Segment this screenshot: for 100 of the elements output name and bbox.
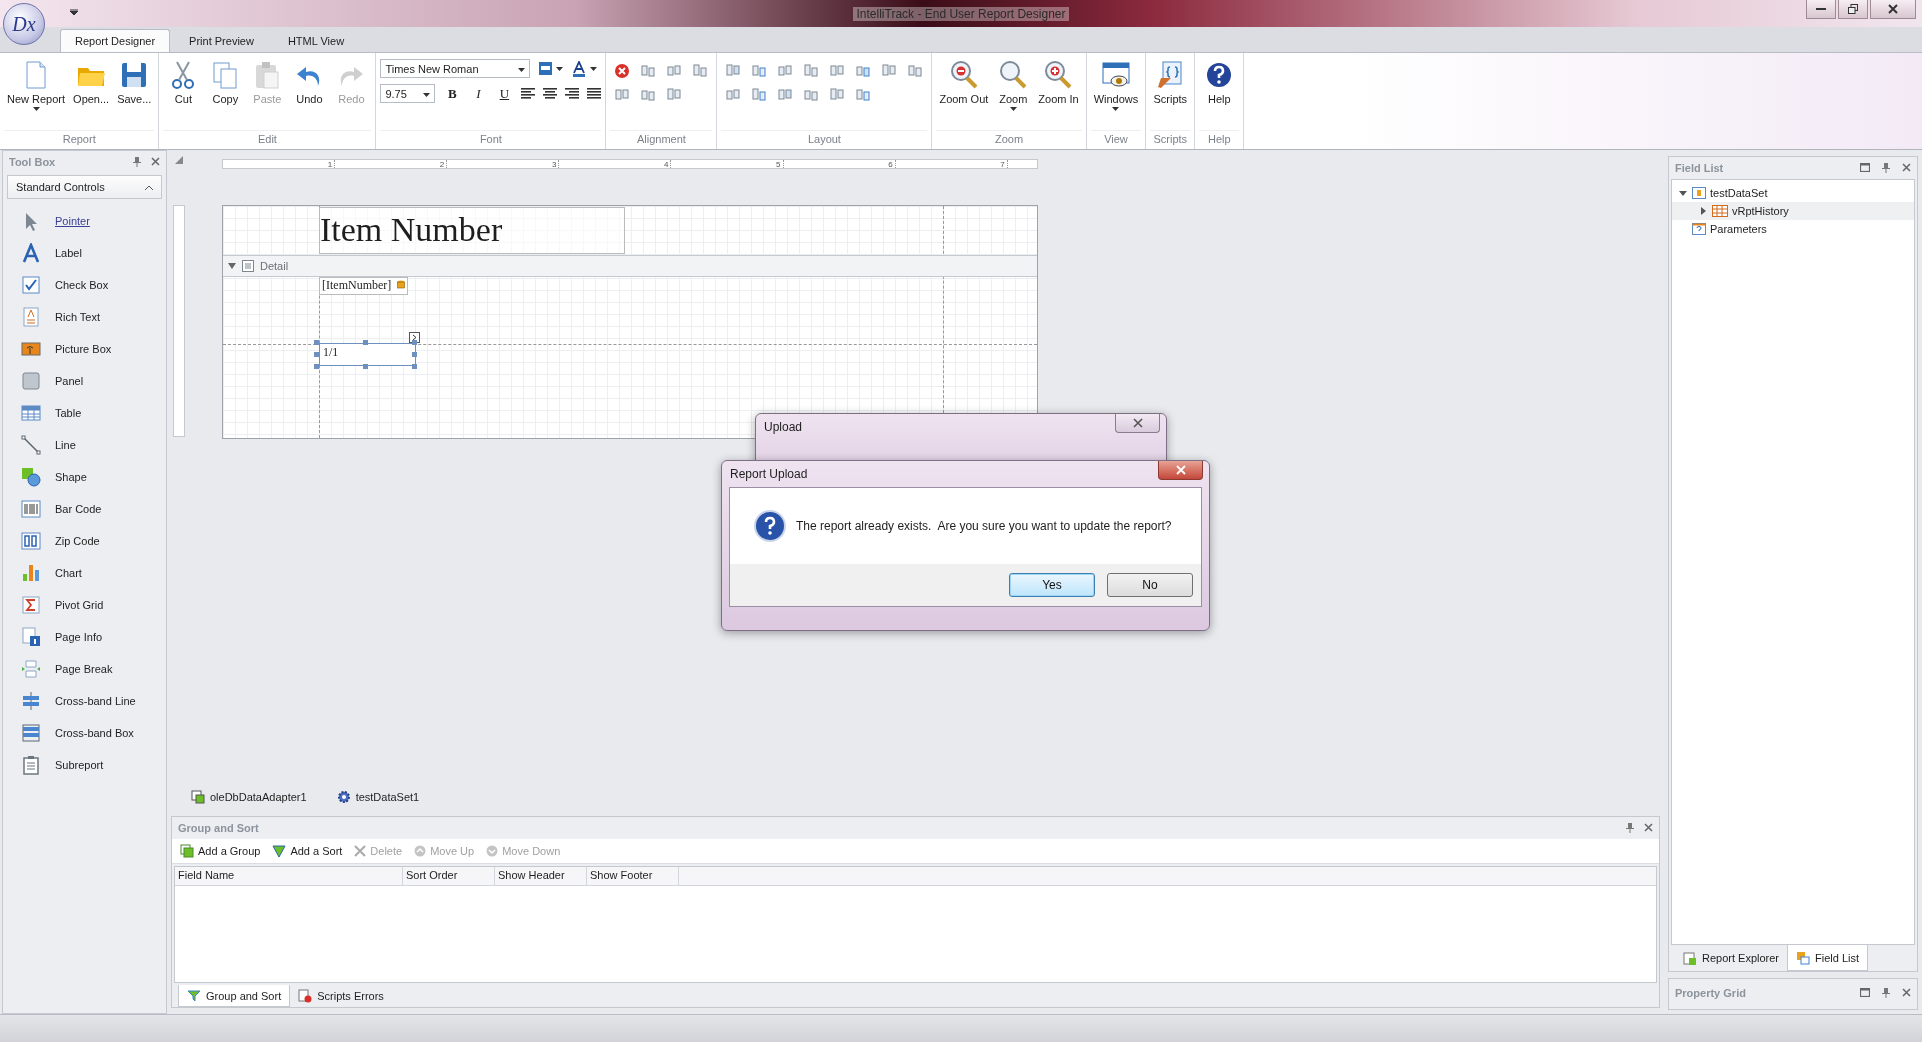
font-style-button[interactable]: I [469,84,488,103]
layout-icon[interactable] [803,63,820,79]
layout-icon[interactable] [855,63,872,79]
text-align-icon[interactable] [587,87,602,100]
tree-item[interactable]: testDataSet [1672,184,1914,202]
layout-icon[interactable] [751,63,768,79]
font-style-button[interactable]: U [495,84,514,103]
toolbox-item[interactable]: Bar Code [3,493,166,525]
toolbox-item[interactable]: Cross-band Line [3,685,166,717]
text-align-icon[interactable] [565,87,580,100]
maximize-icon[interactable] [1860,988,1870,997]
pin-icon[interactable] [1626,823,1634,833]
layout-icon[interactable] [751,87,768,103]
close-icon[interactable] [1902,163,1911,172]
toolbox-item[interactable]: Label [3,237,166,269]
pin-icon[interactable] [1882,163,1890,173]
toolbox-item[interactable]: Panel [3,365,166,397]
toolbar-button[interactable]: Add a Sort [270,844,345,858]
layout-icon[interactable] [881,63,898,79]
toolbar-button[interactable]: Add a Group [178,844,263,858]
category-header[interactable]: Standard Controls [7,175,162,199]
ribbon-button[interactable]: Cut [163,55,204,127]
toolbox-item[interactable]: Cross-band Box [3,717,166,749]
tree-item[interactable]: vRptHistory [1672,202,1914,220]
tray-component[interactable]: oleDbDataAdapter1 [191,790,307,804]
layout-icon[interactable] [829,63,846,79]
font-size-field[interactable]: 9.75 [380,84,436,103]
ribbon-button[interactable]: Zoom [993,55,1034,127]
layout-icon[interactable] [725,87,742,103]
toolbox-item[interactable]: Check Box [3,269,166,301]
ribbon-button[interactable]: Windows [1090,55,1142,127]
collapse-arrow-icon[interactable] [228,262,236,270]
align-icon[interactable] [640,87,657,103]
maximize-icon[interactable] [1860,163,1870,172]
resize-handle[interactable] [363,340,368,345]
toolbox-item[interactable]: Picture Box [3,333,166,365]
toolbox-item[interactable]: Line [3,429,166,461]
panel-tab[interactable]: Report Explorer [1675,945,1788,971]
resize-handle[interactable] [363,364,368,369]
layout-icon[interactable] [907,63,924,79]
column-header[interactable]: Field Name [175,867,403,885]
toolbox-item[interactable]: Zip Code [3,525,166,557]
close-icon[interactable] [1902,988,1911,997]
resize-handle[interactable] [412,364,417,369]
font-color-icon[interactable] [572,60,599,77]
toolbox-item[interactable]: Rich Text [3,301,166,333]
dialog-close-button[interactable] [1115,414,1160,433]
close-button[interactable] [1870,0,1916,19]
ribbon-button[interactable]: Scripts [1150,55,1191,127]
pin-icon[interactable] [133,157,141,167]
toolbox-item[interactable]: Shape [3,461,166,493]
close-icon[interactable] [151,157,160,166]
font-style-button[interactable]: B [443,84,462,103]
ribbon-button[interactable]: Save... [114,55,155,127]
font-name-field[interactable]: Times New Roman [380,59,531,78]
align-icon[interactable] [640,63,657,79]
ribbon-tab[interactable]: HTML View [272,29,360,52]
text-align-icon[interactable] [521,87,536,100]
ribbon-button[interactable]: Open... [70,55,113,127]
layout-icon[interactable] [855,87,872,103]
highlight-color-icon[interactable] [538,60,565,77]
resize-handle[interactable] [412,340,417,345]
layout-icon[interactable] [803,87,820,103]
ribbon-button[interactable]: Zoom Out [936,55,992,127]
delete-circle-icon[interactable] [614,63,631,79]
toolbox-item[interactable]: Page Info [3,621,166,653]
report-label[interactable]: Item Number [319,207,625,254]
ribbon-button[interactable]: New Report [4,55,69,127]
ribbon-tab[interactable]: Print Preview [174,29,269,52]
column-header[interactable]: Show Footer [587,867,679,885]
align-icon[interactable] [614,87,631,103]
layout-icon[interactable] [777,87,794,103]
resize-handle[interactable] [314,340,319,345]
ribbon-tab[interactable]: Report Designer [60,29,171,52]
minimize-button[interactable] [1806,0,1836,19]
toolbox-item[interactable]: Subreport [3,749,166,781]
restore-button[interactable] [1838,0,1868,19]
ribbon-button[interactable]: Copy [205,55,246,127]
dialog-button[interactable]: No [1107,573,1193,597]
align-icon[interactable] [692,63,709,79]
layout-icon[interactable] [725,63,742,79]
collapsed-arrow-icon[interactable] [1699,207,1707,215]
ribbon-button[interactable]: Undo [289,55,330,127]
resize-handle[interactable] [314,364,319,369]
align-icon[interactable] [666,63,683,79]
layout-icon[interactable] [829,87,846,103]
close-icon[interactable] [1644,823,1653,832]
resize-handle[interactable] [314,352,319,357]
tree-item[interactable]: Parameters [1672,220,1914,238]
dialog-close-button[interactable] [1158,461,1203,480]
align-icon[interactable] [666,87,683,103]
ribbon-button[interactable]: Help [1199,55,1240,127]
band-header[interactable]: Detail [223,255,1037,277]
toolbox-item[interactable]: Page Break [3,653,166,685]
data-field[interactable]: [ItemNumber] [319,277,409,295]
toolbox-item[interactable]: Table [3,397,166,429]
panel-tab[interactable]: Scripts Errors [290,985,392,1007]
dialog-button[interactable]: Yes [1009,573,1095,597]
expanded-arrow-icon[interactable] [1679,189,1687,197]
layout-icon[interactable] [777,63,794,79]
